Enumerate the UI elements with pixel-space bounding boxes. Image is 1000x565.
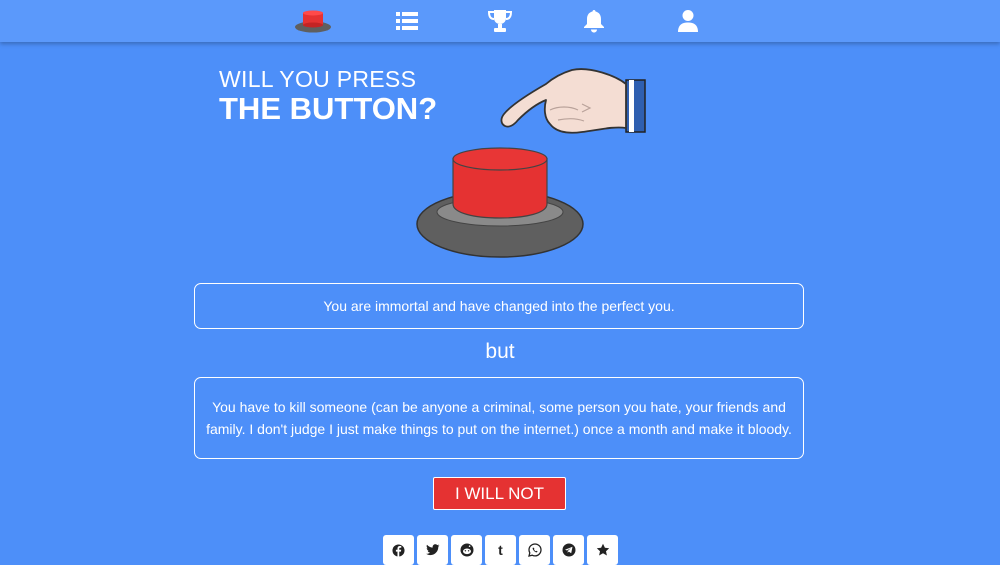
benefit-card: You are immortal and have changed into t… [194,283,804,329]
user-icon [678,10,698,32]
share-twitter-button[interactable] [417,535,448,565]
twitter-icon [425,544,439,556]
list-icon [396,12,418,30]
share-bar: t [383,535,618,565]
title-line-1: WILL YOU PRESS [219,66,417,92]
share-whatsapp-button[interactable] [519,535,550,565]
connector-text: but [485,340,515,363]
telegram-icon [562,543,575,557]
share-reddit-button[interactable] [451,535,482,565]
consequence-text: You have to kill someone (can be anyone … [206,399,792,437]
title-line-2: THE BUTTON? [219,91,438,126]
will-not-button[interactable]: I WILL NOT [433,477,566,510]
nav-profile[interactable] [663,0,713,42]
share-tumblr-button[interactable]: t [485,535,516,565]
share-telegram-button[interactable] [553,535,584,565]
nav-leaderboard[interactable] [475,0,525,42]
whatsapp-icon [527,543,542,557]
star-icon [596,543,609,556]
nav-home[interactable] [288,0,338,42]
bell-icon [584,10,604,33]
nav-list[interactable] [382,0,432,42]
consequence-card: You have to kill someone (can be anyone … [194,377,804,459]
main-content: WILL YOU PRESS THE BUTTON? You are immor… [0,42,1000,565]
share-facebook-button[interactable] [383,535,414,565]
big-red-button[interactable] [414,142,586,260]
facebook-icon [392,543,405,557]
reddit-icon [460,543,473,557]
benefit-text: You are immortal and have changed into t… [323,298,675,314]
nav-notifications[interactable] [569,0,619,42]
top-navbar [0,0,1000,42]
pointing-hand-illustration [500,68,646,134]
red-button-icon [295,10,331,33]
tumblr-icon: t [498,542,503,558]
trophy-icon [487,10,513,32]
favorite-button[interactable] [587,535,618,565]
